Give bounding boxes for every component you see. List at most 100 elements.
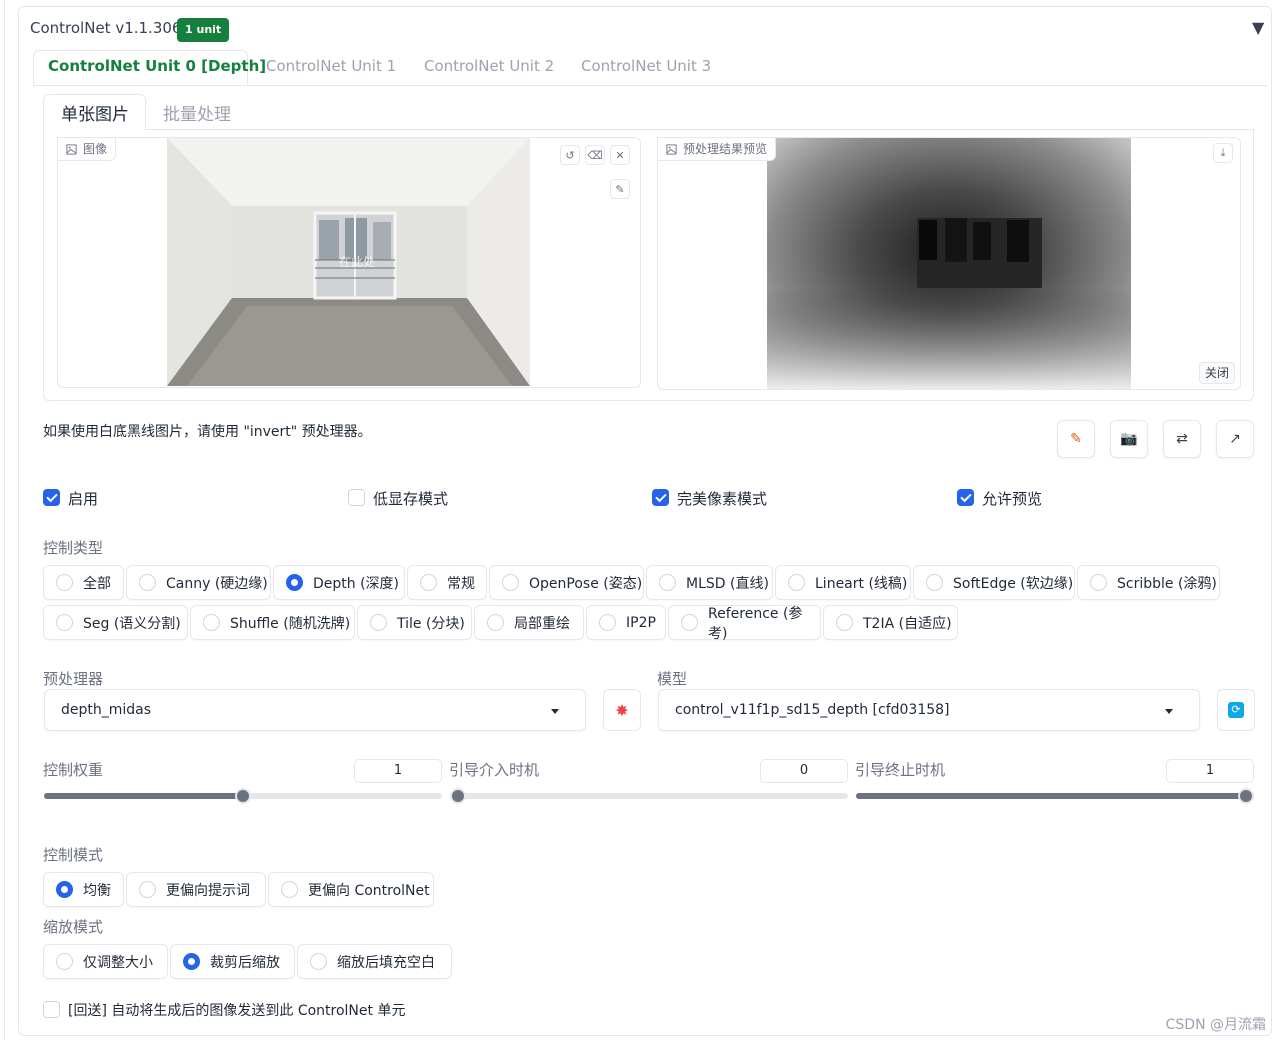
send-dimensions-button[interactable]: ↗ xyxy=(1216,420,1254,458)
accordion-title[interactable]: ControlNet v1.1.306 xyxy=(30,19,181,37)
control-type-tile[interactable]: Tile (分块) xyxy=(357,605,472,640)
guidance-start-track[interactable] xyxy=(450,793,848,799)
control-type-openpose[interactable]: OpenPose (姿态) xyxy=(489,565,644,600)
radio-icon xyxy=(56,574,73,591)
camera-icon: 📷 xyxy=(1120,431,1138,447)
radio-icon xyxy=(56,614,73,631)
control-type-inpaint[interactable]: 局部重绘 xyxy=(474,605,584,640)
model-select[interactable]: control_v11f1p_sd15_depth [cfd03158] xyxy=(658,689,1200,731)
tab-single-image[interactable]: 单张图片 xyxy=(61,100,129,125)
guidance-end-input[interactable]: 1 xyxy=(1166,759,1254,783)
control-type-scribble[interactable]: Scribble (涂鸦) xyxy=(1077,565,1220,600)
control-type-shuffle[interactable]: Shuffle (随机洗牌) xyxy=(190,605,355,640)
resize-mode-fill[interactable]: 缩放后填充空白 xyxy=(297,944,452,979)
preview-image-label-text: 预处理结果预览 xyxy=(683,142,768,156)
image-icon xyxy=(66,143,77,155)
loopback-label: [回送] 自动将生成后的图像发送到此 ControlNet 单元 xyxy=(68,1003,406,1019)
mirror-button[interactable]: ⇄ xyxy=(1163,420,1201,458)
model-value: control_v11f1p_sd15_depth [cfd03158] xyxy=(675,702,950,718)
low-vram-checkbox[interactable] xyxy=(348,489,365,506)
low-vram-label: 低显存模式 xyxy=(373,490,449,508)
guidance-end-label: 引导终止时机 xyxy=(855,761,946,779)
radio-icon xyxy=(487,614,504,631)
guidance-end-track[interactable] xyxy=(856,793,1254,799)
preview-image-label: 预处理结果预览 xyxy=(657,137,777,161)
enable-label: 启用 xyxy=(68,490,99,508)
invert-hint: 如果使用白底黑线图片，请使用 "invert" 预处理器。 xyxy=(43,424,372,440)
radio-icon xyxy=(836,614,853,631)
option-label: Canny (硬边缘) xyxy=(166,575,268,592)
edit-doc-icon: ✎ xyxy=(1070,431,1082,447)
control-type-ip2p[interactable]: IP2P xyxy=(586,605,666,640)
control-type-mlsd[interactable]: MLSD (直线) xyxy=(646,565,773,600)
guidance-start-thumb[interactable] xyxy=(450,788,466,804)
guidance-start-input[interactable]: 0 xyxy=(760,759,848,783)
radio-selected-icon xyxy=(183,953,200,970)
control-mode-balanced[interactable]: 均衡 xyxy=(43,872,124,907)
control-type-depth[interactable]: Depth (深度) xyxy=(273,565,405,600)
control-mode-label: 控制模式 xyxy=(43,846,104,864)
option-label: 均衡 xyxy=(83,882,111,899)
allow-preview-checkbox[interactable] xyxy=(957,489,974,506)
resize-mode-crop[interactable]: 裁剪后缩放 xyxy=(170,944,295,979)
control-type-canny[interactable]: Canny (硬边缘) xyxy=(126,565,271,600)
control-mode-prompt[interactable]: 更偏向提示词 xyxy=(126,872,266,907)
radio-icon xyxy=(139,574,156,591)
radio-icon xyxy=(420,574,437,591)
eraser-icon[interactable]: ⌫ xyxy=(585,145,605,165)
input-image-label-text: 图像 xyxy=(83,142,108,156)
brush-icon[interactable]: ✎ xyxy=(610,179,630,199)
control-type-lineart[interactable]: Lineart (线稿) xyxy=(775,565,911,600)
control-type-t2ia[interactable]: T2IA (自适应) xyxy=(823,605,958,640)
control-weight-label: 控制权重 xyxy=(43,761,104,779)
pixel-perfect-checkbox[interactable] xyxy=(652,489,669,506)
control-weight-input[interactable]: 1 xyxy=(354,759,442,783)
radio-icon xyxy=(599,614,616,631)
swap-icon: ⇄ xyxy=(1176,431,1188,447)
preprocessor-label: 预处理器 xyxy=(43,670,104,688)
guidance-end-thumb[interactable] xyxy=(1238,788,1254,804)
resize-mode-label: 缩放模式 xyxy=(43,918,104,936)
option-label: Shuffle (随机洗牌) xyxy=(230,615,351,632)
control-type-softedge[interactable]: SoftEdge (软边缘) xyxy=(913,565,1075,600)
close-icon[interactable]: ✕ xyxy=(610,145,630,165)
radio-icon xyxy=(659,574,676,591)
tab-unit-3[interactable]: ControlNet Unit 3 xyxy=(581,57,711,75)
tab-unit-1[interactable]: ControlNet Unit 1 xyxy=(266,57,396,75)
control-type-seg[interactable]: Seg (语义分割) xyxy=(43,605,188,640)
resize-mode-just-resize[interactable]: 仅调整大小 xyxy=(43,944,168,979)
radio-icon xyxy=(56,953,73,970)
option-label: IP2P xyxy=(626,614,656,631)
option-label: 常规 xyxy=(447,575,475,592)
tab-unit-0[interactable]: ControlNet Unit 0 [Depth] xyxy=(48,57,266,75)
run-preprocessor-button[interactable]: ✸ xyxy=(603,689,641,731)
download-icon[interactable]: ⤓ xyxy=(1213,143,1233,163)
control-type-normal[interactable]: 常规 xyxy=(407,565,487,600)
chevron-down-icon xyxy=(1165,709,1173,714)
slider-fill xyxy=(856,793,1254,799)
control-type-reference[interactable]: Reference (参考) xyxy=(668,605,821,642)
rotate-icon[interactable]: ↺ xyxy=(560,145,580,165)
refresh-models-button[interactable]: ⟳ xyxy=(1217,689,1255,731)
enable-checkbox[interactable] xyxy=(43,489,60,506)
radio-icon xyxy=(203,614,220,631)
new-canvas-button[interactable]: ✎ xyxy=(1057,420,1095,458)
radio-icon xyxy=(370,614,387,631)
watermark: CSDN @月流霜 xyxy=(1165,1017,1266,1033)
control-type-all[interactable]: 全部 xyxy=(43,565,124,600)
triangle-down-icon[interactable]: ▼ xyxy=(1252,18,1264,37)
close-preview-button[interactable]: 关闭 xyxy=(1199,362,1235,384)
webcam-button[interactable]: 📷 xyxy=(1110,420,1148,458)
radio-icon xyxy=(1090,574,1107,591)
control-type-label: 控制类型 xyxy=(43,539,104,557)
preprocessor-select[interactable]: depth_midas xyxy=(44,689,586,731)
control-weight-thumb[interactable] xyxy=(235,788,251,804)
tab-unit-2[interactable]: ControlNet Unit 2 xyxy=(424,57,554,75)
option-label: 全部 xyxy=(83,575,111,592)
loopback-checkbox[interactable] xyxy=(43,1001,60,1018)
tabs-divider xyxy=(33,85,1267,86)
option-label: 更偏向提示词 xyxy=(166,882,250,899)
control-mode-controlnet[interactable]: 更偏向 ControlNet xyxy=(268,872,434,907)
input-image: 在此处 xyxy=(167,138,530,386)
tab-batch[interactable]: 批量处理 xyxy=(163,100,231,125)
